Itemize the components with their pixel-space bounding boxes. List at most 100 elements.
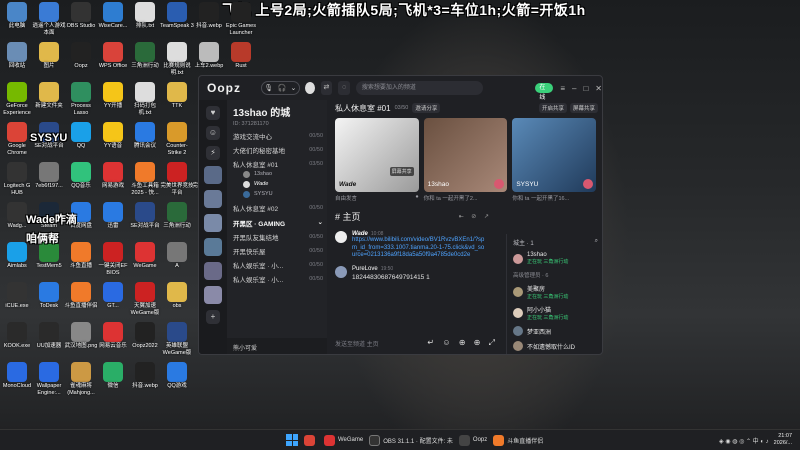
video-tile[interactable]: SYSYU <box>512 118 597 192</box>
channel-item[interactable]: 私人娱乐室 · 小... 00/50 <box>233 273 323 284</box>
desktop-icon[interactable]: 回收站 <box>0 42 34 70</box>
message-author[interactable]: PureLove 19:50 <box>352 266 430 272</box>
video-tile[interactable]: 屏幕共享 Wade <box>335 118 419 192</box>
clock[interactable]: 21:07 2026/... <box>774 433 792 447</box>
windows-start-icon[interactable] <box>286 434 298 446</box>
self-user-strip[interactable]: 熊小可爱 <box>227 338 327 354</box>
chat-tools[interactable]: ⇤ ⊘ ↗ <box>459 213 492 220</box>
server-thumb[interactable] <box>204 286 222 304</box>
desktop-icon[interactable]: 斗鱼直播伴侣 <box>64 282 98 310</box>
desktop-icon[interactable]: 排队.txt <box>128 2 162 30</box>
desktop-icon[interactable]: 逍遥个人游戏本面 <box>32 2 66 36</box>
desktop-icon[interactable]: 网易云音乐 <box>96 322 130 350</box>
mic-icon[interactable]: 🎙 <box>264 84 273 92</box>
bolt-icon[interactable]: ⚡ <box>206 146 220 160</box>
desktop-icon[interactable]: Aimlabs <box>0 242 34 270</box>
server-thumb[interactable] <box>204 190 222 208</box>
desktop-icon[interactable]: TeamSpeak 3 <box>160 2 194 30</box>
search-icon[interactable]: ⌕ <box>595 238 598 247</box>
desktop-icon[interactable]: Logitech G HUB <box>0 162 34 196</box>
avatar[interactable] <box>335 231 347 243</box>
desktop-icon[interactable]: TTK <box>160 82 194 110</box>
desktop-icon[interactable]: TestMem5 <box>32 242 66 270</box>
desktop-icon[interactable]: 抖音.webp <box>192 2 226 30</box>
desktop-icon[interactable]: 7eb6f197... <box>32 162 66 190</box>
invite-share-button[interactable]: 邀请分享 <box>412 103 441 113</box>
desktop-icon[interactable]: KOOK.exe <box>0 322 34 350</box>
desktop-icon[interactable]: Rust <box>224 42 258 70</box>
desktop-icon[interactable]: Google Chrome <box>0 122 34 156</box>
user-avatar[interactable] <box>304 82 315 94</box>
server-thumb[interactable] <box>204 214 222 232</box>
member-row[interactable]: 美聚房 正在玩 三角洲行动 <box>513 284 598 300</box>
avatar[interactable] <box>335 265 347 278</box>
desktop-icon[interactable]: 微信 <box>96 362 130 390</box>
desktop-icon[interactable]: UU加速器 <box>32 322 66 350</box>
desktop-icon[interactable]: 网易游戏 <box>96 162 130 190</box>
start-share-button[interactable]: 开启共享 <box>538 103 567 113</box>
voice-member[interactable]: 13shao <box>243 169 323 179</box>
desktop-icon[interactable]: 迅雷 <box>96 202 130 230</box>
desktop-icon[interactable]: GeForce Experience <box>0 82 34 116</box>
member-row[interactable]: 梦亚西洲 <box>513 326 598 336</box>
desktop-icon[interactable]: Oopz <box>64 42 98 70</box>
voice-member[interactable]: SYSYU <box>243 189 323 199</box>
ghost-icon[interactable]: ☺ <box>206 126 220 140</box>
channel-item[interactable]: 私人休息室 #02 00/50 <box>233 202 323 213</box>
desktop-icon[interactable]: 扫码打包机.txt <box>128 82 162 116</box>
desktop-icon[interactable]: ToDesk <box>32 282 66 310</box>
channel-search-input[interactable]: 搜索想要加入的频道 <box>355 81 484 95</box>
chat-icon[interactable]: ◌ <box>338 81 350 95</box>
desktop-icon[interactable]: QQ音乐 <box>64 162 98 190</box>
composer-input[interactable]: 发送至频道 主页 <box>335 339 379 348</box>
heart-icon[interactable]: ♥ <box>206 106 220 120</box>
desktop-icon[interactable]: 天翼加速WeGame版 <box>128 282 162 316</box>
add-server-icon[interactable]: + <box>206 310 220 324</box>
channel-item-active[interactable]: 私人休息室 #01 03/50 <box>233 158 323 169</box>
desktop-icon[interactable]: WeGame <box>128 242 162 270</box>
voice-controls[interactable]: 🎙 🎧 ⌄ <box>261 81 300 95</box>
channel-category[interactable]: 开黑区 · GAMING ⌄ <box>233 218 323 228</box>
swap-icon[interactable]: ⇄ <box>320 81 333 95</box>
desktop-icon[interactable]: 完美世界竞技平台 <box>160 162 194 196</box>
desktop-icon[interactable]: Wallpaper Engine:... <box>32 362 66 396</box>
desktop-icon[interactable]: 三角洲行动 <box>160 202 194 230</box>
server-thumb[interactable] <box>204 238 222 256</box>
message-composer[interactable]: 发送至频道 主页 ↵ ☺ ⊕ ⊕ ⤢ <box>335 336 498 350</box>
member-row[interactable]: 13shao 正在玩 三角洲行动 <box>513 252 598 265</box>
chevron-down-icon[interactable]: ⌄ <box>291 84 297 92</box>
desktop-icon[interactable]: Epic Games Launcher <box>224 2 258 36</box>
member-row[interactable]: 不如遗憾取什么ID <box>513 341 598 351</box>
desktop-icon[interactable]: 斗鱼工具箱 2025 - 快... <box>128 162 162 196</box>
desktop-icon[interactable]: YY语音 <box>96 122 130 150</box>
desktop-icon[interactable]: 比赛规则说明.txt <box>160 42 194 76</box>
member-row[interactable]: 阿小小猫 正在玩 三角洲行动 <box>513 305 598 321</box>
desktop-icon[interactable]: GT... <box>96 282 130 310</box>
desktop-icon[interactable]: Counter-Strike 2 <box>160 122 194 156</box>
close-icon[interactable]: ✕ <box>595 84 602 93</box>
desktop-icon[interactable]: A <box>160 242 194 270</box>
channel-item[interactable]: 开黑快乐屋 00/50 <box>233 245 323 256</box>
video-tile[interactable]: 13shao <box>423 118 508 192</box>
server-name[interactable]: 13shao 的城 <box>233 104 323 119</box>
desktop-icon[interactable]: 腾讯会议 <box>128 122 162 150</box>
desktop-icon[interactable]: OBS Studio <box>64 2 98 30</box>
channel-item[interactable]: 游戏交流中心 00/50 <box>233 130 323 141</box>
minimize-icon[interactable]: – <box>572 84 576 93</box>
desktop-icon[interactable]: WPS Office <box>96 42 130 70</box>
channel-item[interactable]: 开黑队友集结地 00/50 <box>233 231 323 242</box>
mic-icon[interactable]: ● <box>415 194 418 202</box>
desktop-icon[interactable]: 三角洲行动 <box>128 42 162 70</box>
desktop-icon[interactable]: QQ <box>64 122 98 150</box>
channel-item[interactable]: 私人娱乐室 · 小... 00/50 <box>233 259 323 270</box>
desktop-icon[interactable]: 斗鱼直播 <box>64 242 98 270</box>
desktop-icon[interactable]: MonoCloud <box>0 362 34 390</box>
taskbar-app[interactable]: WeGame <box>324 433 363 447</box>
composer-icons[interactable]: ↵ ☺ ⊕ ⊕ ⤢ <box>427 338 498 348</box>
desktop-icon[interactable]: 一键关闭EF BIOS <box>96 242 130 276</box>
server-thumb[interactable] <box>204 262 222 280</box>
tray-icons[interactable]: ◈ ◉ ◍ ◎ ⌃ 中 ◐ ♪ <box>719 436 769 445</box>
desktop-icon[interactable]: WiseCare... <box>96 2 130 30</box>
desktop-icon[interactable]: SE对战平台 <box>128 202 162 230</box>
desktop-icon[interactable]: 抖音.webp <box>128 362 162 390</box>
